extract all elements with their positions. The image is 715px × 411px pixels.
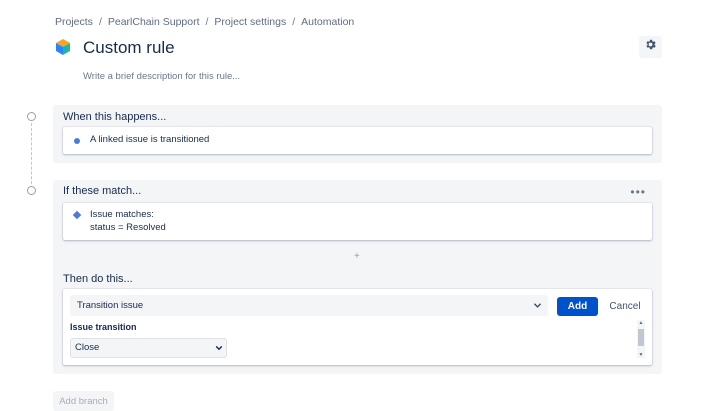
issue-transition-value: Close: [75, 342, 100, 353]
action-title: Then do this...: [63, 273, 133, 285]
condition-section: If these match... ••• Issue matches: stat…: [53, 180, 662, 374]
chevron-down-icon: [215, 344, 223, 355]
breadcrumb-project[interactable]: PearlChain Support: [108, 16, 200, 28]
breadcrumb-project-settings[interactable]: Project settings: [214, 16, 286, 28]
breadcrumb-projects[interactable]: Projects: [55, 16, 93, 28]
issue-transition-select[interactable]: Close: [70, 338, 227, 358]
issue-transition-label: Issue transition: [70, 322, 137, 332]
scroll-thumb[interactable]: [638, 329, 644, 346]
add-branch-button[interactable]: Add branch: [53, 391, 114, 411]
trigger-dot-icon: [74, 138, 80, 144]
condition-line-2: status = Resolved: [90, 221, 166, 233]
condition-line-1: Issue matches:: [90, 209, 154, 220]
trigger-section: When this happens... A linked issue is t…: [53, 105, 662, 163]
action-type-select[interactable]: Transition issue: [70, 295, 548, 316]
scroll-down-icon[interactable]: ▼: [637, 352, 645, 358]
cancel-button[interactable]: Cancel: [604, 298, 646, 315]
trigger-node-icon: [27, 112, 36, 121]
page-title: Custom rule: [83, 38, 175, 57]
condition-node-icon: [27, 186, 36, 195]
trigger-card[interactable]: A linked issue is transitioned: [63, 127, 652, 154]
condition-title: If these match...: [63, 185, 142, 197]
breadcrumb-separator: /: [292, 16, 296, 28]
trigger-item-label: A linked issue is transitioned: [90, 134, 210, 145]
chevron-down-icon: [533, 301, 542, 313]
description-input[interactable]: Write a brief description for this rule.…: [83, 71, 240, 82]
more-options-icon[interactable]: •••: [630, 185, 646, 199]
settings-button[interactable]: [639, 36, 662, 58]
breadcrumb-separator: /: [98, 16, 102, 28]
condition-diamond-icon: [72, 210, 82, 220]
trigger-title: When this happens...: [63, 111, 167, 123]
scroll-up-icon[interactable]: ▲: [637, 320, 645, 326]
action-scrollbar[interactable]: ▲ ▼: [637, 320, 645, 358]
gear-icon: [644, 38, 657, 56]
breadcrumb: Projects / PearlChain Support / Project sett…: [55, 16, 354, 28]
condition-card[interactable]: Issue matches: status = Resolved: [63, 203, 652, 240]
breadcrumb-automation[interactable]: Automation: [301, 16, 354, 28]
timeline-connector: [31, 123, 32, 189]
add-button[interactable]: Add: [557, 297, 598, 316]
automation-logo-icon: [54, 38, 72, 56]
condition-text: Issue matches: status = Resolved: [90, 209, 166, 234]
add-component-plus-icon[interactable]: +: [354, 251, 360, 262]
action-type-value: Transition issue: [77, 300, 144, 311]
breadcrumb-separator: /: [205, 16, 209, 28]
action-card: Transition issue Add Cancel Issue transi…: [63, 289, 652, 365]
